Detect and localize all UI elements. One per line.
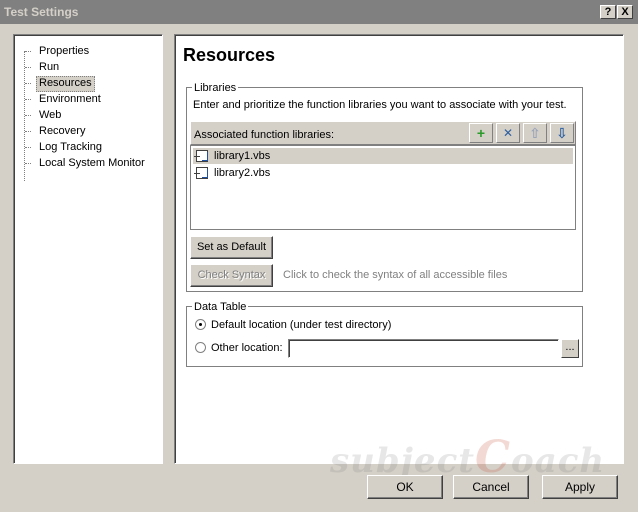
other-location-input[interactable] [288,339,559,358]
check-syntax-button[interactable]: Check Syntax [190,264,273,287]
tree-tick [25,115,31,116]
libraries-list-label: Associated function libraries: [194,129,335,141]
tree-item-local-system-monitor[interactable]: Local System Monitor [37,156,147,170]
default-location-label: Default location (under test directory) [211,319,392,331]
tree-item-recovery[interactable]: Recovery [37,124,87,138]
default-location-radio[interactable] [195,319,206,330]
remove-library-button[interactable]: ✕ [496,123,520,143]
tree-line [24,51,26,181]
settings-tree: Properties Run Resources Environment Web… [13,34,163,464]
x-icon: ✕ [502,126,514,140]
tree-tick [25,99,31,100]
window-title: Test Settings [4,5,79,19]
arrow-up-icon: ⇧ [529,125,541,141]
other-location-radio[interactable] [195,342,206,353]
help-button[interactable]: ? [600,5,616,19]
tree-item-log-tracking[interactable]: Log Tracking [37,140,104,154]
apply-button[interactable]: Apply [542,475,618,499]
title-bar[interactable]: Test Settings ? X [0,0,638,24]
library-name: library1.vbs [214,150,271,162]
tree-item-properties[interactable]: Properties [37,44,91,58]
list-item[interactable]: library1.vbs [193,148,573,164]
libraries-listbox[interactable]: library1.vbs library2.vbs [190,145,576,230]
close-button[interactable]: X [617,5,633,19]
add-library-button[interactable]: + [469,123,493,143]
tree-tick [25,131,31,132]
data-table-group-label: Data Table [192,301,249,313]
list-item[interactable]: library2.vbs [193,165,573,181]
test-settings-dialog: Test Settings ? X Properties Run Resourc… [0,0,638,512]
library-file-icon [194,167,208,179]
libraries-list-header: Associated function libraries: + ✕ ⇧ ⇩ [190,121,576,145]
tree-tick [25,163,31,164]
move-down-button[interactable]: ⇩ [550,123,574,143]
tree-item-run[interactable]: Run [37,60,61,74]
other-location-label: Other location: [211,342,283,354]
cancel-button[interactable]: Cancel [453,475,529,499]
check-syntax-hint: Click to check the syntax of all accessi… [283,269,508,281]
tree-tick [25,83,31,84]
browse-button[interactable]: ... [561,339,579,358]
set-as-default-button[interactable]: Set as Default [190,236,273,259]
ok-button[interactable]: OK [367,475,443,499]
tree-item-environment[interactable]: Environment [37,92,103,106]
library-name: library2.vbs [214,167,271,179]
tree-tick [25,67,31,68]
move-up-button[interactable]: ⇧ [523,123,547,143]
tree-item-resources[interactable]: Resources [36,76,95,92]
tree-tick [25,147,31,148]
libraries-description: Enter and prioritize the function librar… [193,99,567,111]
arrow-down-icon: ⇩ [556,125,568,141]
tree-tick [25,51,31,52]
tree-item-web[interactable]: Web [37,108,63,122]
page-title: Resources [183,45,276,65]
libraries-group-label: Libraries [192,82,239,94]
library-file-icon [194,150,208,162]
plus-icon: + [476,125,486,141]
